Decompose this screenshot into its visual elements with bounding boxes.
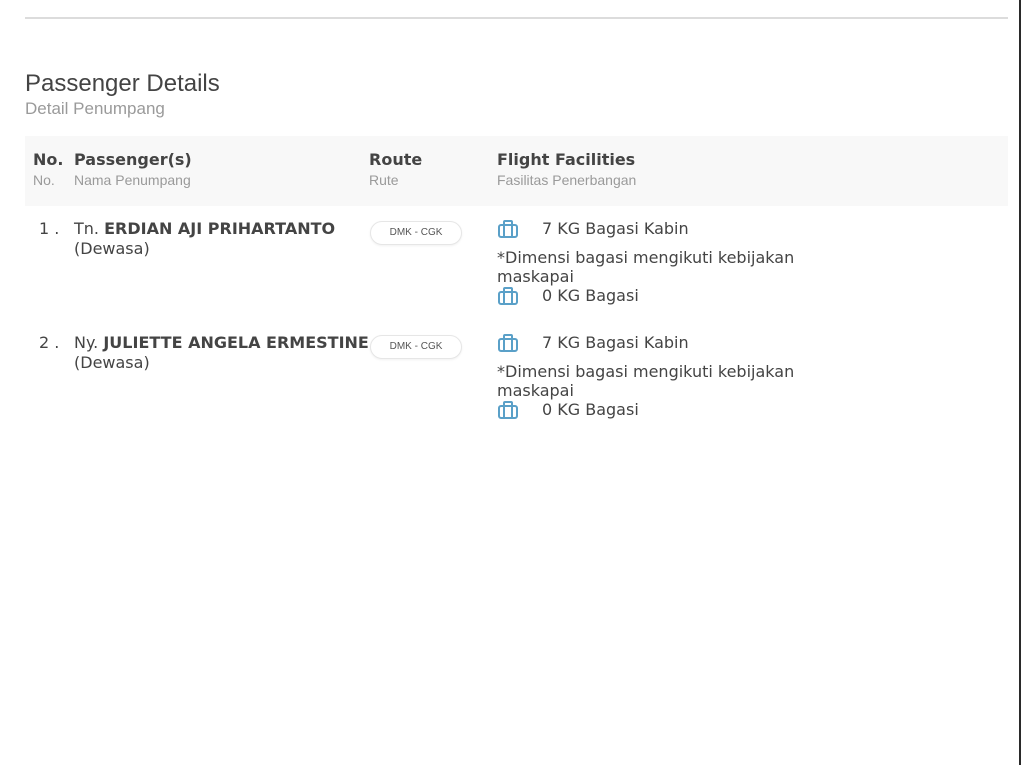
passenger-type: (Dewasa) <box>74 353 150 372</box>
cabin-baggage-text: 7 KG Bagasi Kabin <box>542 219 689 238</box>
header-passenger: Passenger(s) Nama Penumpang <box>74 150 192 189</box>
baggage-line: 0 KG Bagasi <box>497 286 827 306</box>
header-no-sublabel: No. <box>33 172 55 188</box>
cabin-baggage-line: 7 KG Bagasi Kabin <box>497 333 827 353</box>
passenger-fullname: JULIETTE ANGELA ERMESTINE <box>103 333 369 352</box>
baggage-text: 0 KG Bagasi <box>542 286 639 305</box>
baggage-text: 0 KG Bagasi <box>542 400 639 419</box>
header-no-label: No. <box>33 150 64 169</box>
header-passenger-label: Passenger(s) <box>74 150 192 169</box>
baggage-note: *Dimensi bagasi mengikuti kebijakan mask… <box>497 362 795 400</box>
route-badge: DMK - CGK <box>370 335 462 359</box>
table-row: 2 . Ny. JULIETTE ANGELA ERMESTINE (Dewas… <box>25 333 1008 443</box>
passenger-name: Ny. JULIETTE ANGELA ERMESTINE (Dewasa) <box>74 333 369 373</box>
header-facilities-label: Flight Facilities <box>497 150 636 169</box>
header-route: Route Rute <box>369 150 422 189</box>
route-badge: DMK - CGK <box>370 221 462 245</box>
baggage-line: 0 KG Bagasi <box>497 400 827 420</box>
section-subtitle: Detail Penumpang <box>25 99 165 118</box>
page: Passenger Details Detail Penumpang No. N… <box>0 0 1021 765</box>
header-facilities: Flight Facilities Fasilitas Penerbangan <box>497 150 636 189</box>
luggage-icon <box>498 334 518 352</box>
top-divider <box>25 17 1008 19</box>
baggage-note: *Dimensi bagasi mengikuti kebijakan mask… <box>497 248 795 286</box>
luggage-icon <box>498 220 518 238</box>
row-number: 2 . <box>39 333 60 352</box>
luggage-icon <box>498 287 518 305</box>
table-row: 1 . Tn. ERDIAN AJI PRIHARTANTO (Dewasa) … <box>25 219 1008 329</box>
header-route-sublabel: Rute <box>369 172 399 188</box>
passenger-title: Ny. <box>74 333 99 352</box>
passenger-type: (Dewasa) <box>74 239 150 258</box>
header-route-label: Route <box>369 150 423 169</box>
table-header: No. No. Passenger(s) Nama Penumpang Rout… <box>25 136 1008 206</box>
cabin-baggage-text: 7 KG Bagasi Kabin <box>542 333 689 352</box>
flight-facilities: 7 KG Bagasi Kabin *Dimensi bagasi mengik… <box>497 333 827 420</box>
passenger-name: Tn. ERDIAN AJI PRIHARTANTO (Dewasa) <box>74 219 369 259</box>
row-number: 1 . <box>39 219 60 238</box>
header-no: No. No. <box>33 150 63 189</box>
passenger-title: Tn. <box>74 219 99 238</box>
section-title: Passenger Details <box>25 70 220 97</box>
passenger-fullname: ERDIAN AJI PRIHARTANTO <box>104 219 336 238</box>
header-facilities-sublabel: Fasilitas Penerbangan <box>497 172 637 188</box>
flight-facilities: 7 KG Bagasi Kabin *Dimensi bagasi mengik… <box>497 219 827 306</box>
header-passenger-sublabel: Nama Penumpang <box>74 172 191 188</box>
cabin-baggage-line: 7 KG Bagasi Kabin <box>497 219 827 239</box>
luggage-icon <box>498 401 518 419</box>
